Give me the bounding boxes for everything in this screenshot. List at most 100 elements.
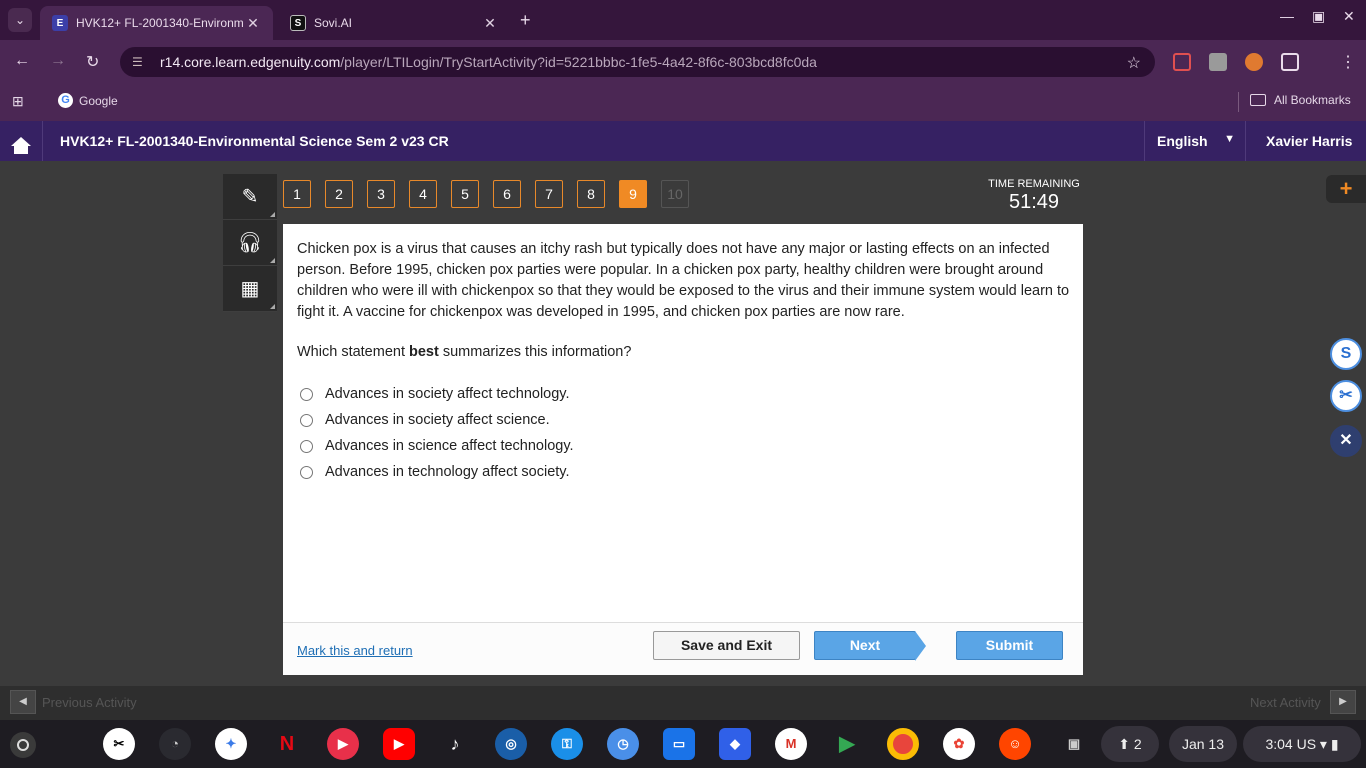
os-shelf: ✂ ◔ ✦ N ▶ ▶ ♪ ◎ ⚿ ◷ ▭ ◆ M ▶ ✿ ☺ ▣ ⬆ 2 Ja…	[0, 720, 1366, 768]
user-name[interactable]: Xavier Harris	[1266, 133, 1352, 149]
reload-icon[interactable]: ↻	[86, 52, 99, 72]
all-bookmarks[interactable]: All Bookmarks	[1250, 93, 1351, 107]
previous-activity-label: Previous Activity	[42, 695, 137, 710]
home-button[interactable]	[0, 121, 43, 161]
question-number-button[interactable]: 7	[535, 180, 563, 208]
netflix-icon[interactable]: N	[271, 728, 303, 760]
radio-button[interactable]	[300, 465, 313, 479]
question-number-button-disabled: 10	[661, 180, 689, 208]
bookmark-star-icon[interactable]: ☆	[1127, 53, 1141, 73]
url-path: /player/LTILogin/TryStartActivity?id=522…	[340, 54, 817, 70]
cast-icon[interactable]	[1173, 53, 1191, 71]
menu-kebab-icon[interactable]: ⋮	[1340, 52, 1356, 72]
forward-icon[interactable]: →	[50, 52, 66, 70]
tab-edgenuity[interactable]: E HVK12+ FL-2001340-Environm ✕	[40, 6, 273, 40]
apps-grid-icon[interactable]: ⊞	[12, 93, 24, 110]
holding-space-icon[interactable]: ▣	[1058, 728, 1090, 760]
tab-search-button[interactable]: ⌄	[8, 8, 32, 32]
reddit-icon[interactable]: ☺	[999, 728, 1031, 760]
question-number-button[interactable]: 3	[367, 180, 395, 208]
sovi-favicon-icon: S	[290, 15, 306, 31]
extension-x-icon[interactable]: ✕	[1330, 425, 1362, 457]
extension-orange-icon[interactable]	[1245, 53, 1263, 71]
close-tab-icon[interactable]: ✕	[482, 15, 498, 32]
question-number-button[interactable]: 8	[577, 180, 605, 208]
next-activity-label: Next Activity	[1250, 695, 1321, 710]
question-footer: Mark this and return Save and Exit Next …	[283, 622, 1083, 675]
edgenuity-favicon-icon: E	[52, 15, 68, 31]
radio-button[interactable]	[300, 413, 313, 427]
restore-icon[interactable]: ▣	[1312, 8, 1325, 25]
files-icon[interactable]: ▭	[663, 728, 695, 760]
extensions-puzzle-icon[interactable]	[1281, 53, 1299, 71]
tiktok-icon[interactable]: ♪	[439, 728, 471, 760]
expand-plus-button[interactable]: +	[1326, 175, 1366, 203]
audio-tool-button[interactable]: 🎧︎	[223, 220, 277, 266]
timer-value: 51:49	[1008, 191, 1060, 213]
radio-button[interactable]	[300, 439, 313, 453]
language-select[interactable]: English ▼	[1144, 121, 1246, 161]
answer-label: Advances in society affect technology.	[325, 386, 570, 402]
question-panel: Chicken pox is a virus that causes an it…	[283, 224, 1083, 622]
question-number-button[interactable]: 5	[451, 180, 479, 208]
question-passage: Chicken pox is a virus that causes an it…	[297, 241, 1070, 320]
answer-option[interactable]: Advances in science affect technology.	[300, 433, 574, 459]
date-tray[interactable]: Jan 13	[1169, 726, 1237, 762]
password-manager-icon[interactable]: ⚿	[551, 728, 583, 760]
upload-icon: ⬆	[1118, 736, 1131, 752]
question-number-button[interactable]: 2	[325, 180, 353, 208]
all-bookmarks-label: All Bookmarks	[1274, 93, 1351, 107]
gmail-icon[interactable]: M	[775, 728, 807, 760]
activity-page: ✎ 🎧︎ ▦ 1 2 3 4 5 6 7 8 9 10 TIME REMAINI…	[0, 161, 1366, 686]
camera-icon[interactable]: ◎	[495, 728, 527, 760]
tab-sovi[interactable]: S Sovi.AI ✕	[278, 6, 510, 40]
question-number-button[interactable]: 1	[283, 180, 311, 208]
status-tray[interactable]: 3:04 US ▾ ▮	[1243, 726, 1361, 762]
gemini-icon[interactable]: ✦	[215, 728, 247, 760]
youtube-icon[interactable]: ▶	[383, 728, 415, 760]
address-bar[interactable]: ☰ r14.core.learn.edgenuity.com/player/LT…	[120, 47, 1155, 77]
current-question-button[interactable]: 9	[619, 180, 647, 208]
new-tab-button[interactable]: +	[520, 10, 531, 31]
site-info-icon[interactable]: ☰	[132, 55, 154, 69]
answer-option[interactable]: Advances in society affect science.	[300, 407, 574, 433]
locale-label: US	[1296, 736, 1317, 752]
notification-count: 2	[1133, 736, 1142, 752]
chevron-down-icon: ▼	[1224, 133, 1235, 145]
youtube-music-icon[interactable]: ▶	[327, 728, 359, 760]
minimize-icon[interactable]: —	[1280, 8, 1294, 24]
answer-option[interactable]: Advances in society affect technology.	[300, 381, 574, 407]
play-store-icon[interactable]: ▶	[831, 728, 863, 760]
calculator-tool-button[interactable]: ▦	[223, 266, 277, 312]
clock-icon[interactable]: ◷	[607, 728, 639, 760]
capcut-icon[interactable]: ✂	[103, 728, 135, 760]
submit-button[interactable]: Submit	[956, 631, 1063, 660]
roblox-icon[interactable]: ◆	[719, 728, 751, 760]
question-number-button[interactable]: 6	[493, 180, 521, 208]
notification-tray[interactable]: ⬆ 2	[1101, 726, 1159, 762]
radio-button[interactable]	[300, 387, 313, 401]
timer: TIME REMAINING 51:49	[988, 178, 1080, 214]
chrome-icon[interactable]	[887, 728, 919, 760]
photos-icon[interactable]: ✿	[943, 728, 975, 760]
question-number-button[interactable]: 4	[409, 180, 437, 208]
bookmark-google[interactable]: G Google	[58, 93, 118, 108]
launcher-icon[interactable]	[10, 732, 36, 758]
sovi-s-icon[interactable]: S	[1330, 338, 1362, 370]
back-icon[interactable]: ←	[14, 52, 30, 70]
divider	[1238, 92, 1239, 112]
mark-and-return-link[interactable]: Mark this and return	[297, 643, 413, 658]
close-window-icon[interactable]: ✕	[1343, 8, 1355, 25]
tab-title: HVK12+ FL-2001340-Environm	[76, 16, 244, 30]
next-button[interactable]: Next	[814, 631, 926, 661]
close-tab-icon[interactable]: ✕	[245, 15, 261, 32]
previous-activity-button[interactable]: ◀	[10, 690, 36, 714]
answer-option[interactable]: Advances in technology affect society.	[300, 459, 574, 485]
scissors-icon[interactable]: ✂	[1330, 380, 1362, 412]
extension-key-icon[interactable]	[1209, 53, 1227, 71]
pencil-tool-button[interactable]: ✎	[223, 174, 277, 220]
save-and-exit-button[interactable]: Save and Exit	[653, 631, 800, 660]
next-activity-button[interactable]: ▶	[1330, 690, 1356, 714]
language-label: English	[1157, 133, 1208, 149]
assistant-icon[interactable]: ◔	[159, 728, 191, 760]
